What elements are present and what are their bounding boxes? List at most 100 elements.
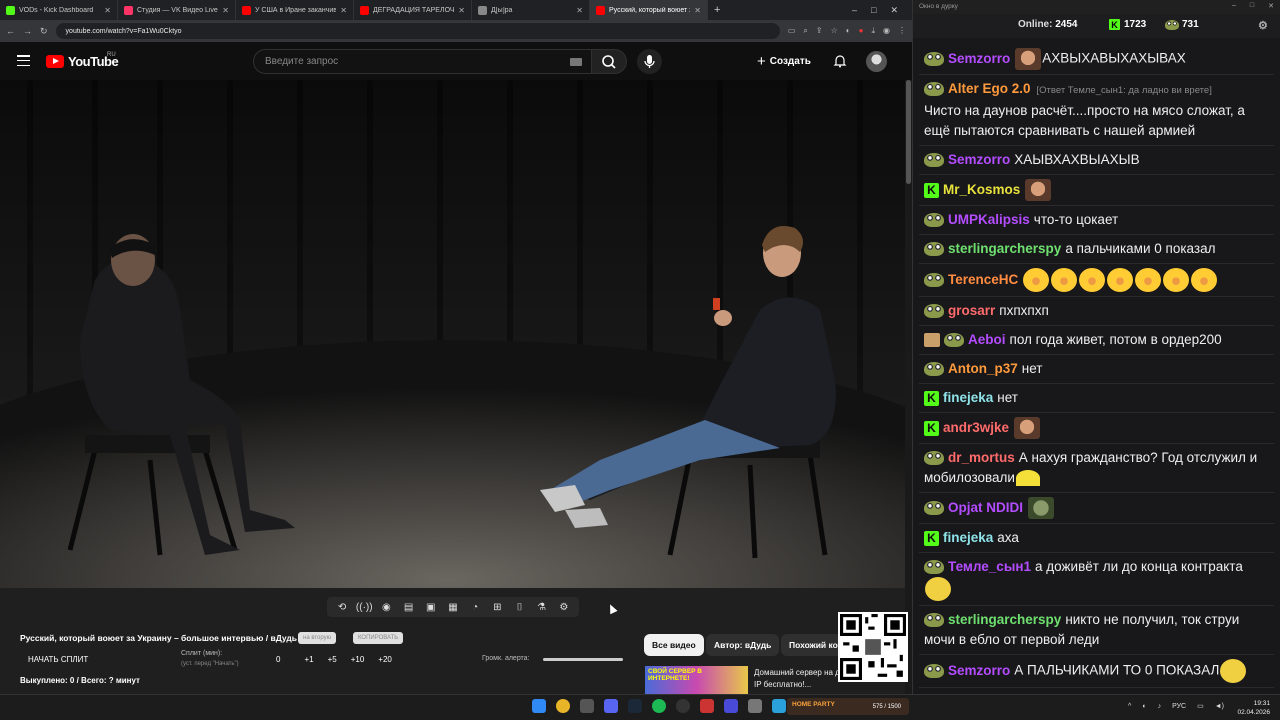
chip-all-videos[interactable]: Все видео	[644, 634, 704, 656]
chat-username[interactable]: sterlingarcherspy	[948, 241, 1061, 256]
watch-icon[interactable]: ◉	[379, 601, 393, 613]
chip-similar[interactable]: Похожий ко	[781, 634, 846, 656]
filmstrip-icon[interactable]: ▦	[446, 601, 460, 613]
chat-username[interactable]: Alter Ego 2.0	[948, 81, 1031, 96]
chat-username[interactable]: Темле_сын1	[948, 559, 1031, 574]
close-icon[interactable]: ✕	[890, 5, 898, 16]
broadcast-icon[interactable]: ((·))	[356, 601, 373, 613]
discord-icon[interactable]	[604, 699, 618, 713]
chat-username[interactable]: Mr_Kosmos	[943, 182, 1020, 197]
profile-icon[interactable]: ◉	[883, 26, 890, 36]
settings-icon[interactable]: ⚙	[557, 601, 571, 613]
back-icon[interactable]: ←	[6, 26, 15, 36]
download-icon[interactable]: ⤓	[871, 26, 875, 36]
split-button-plus10[interactable]: +10	[351, 655, 365, 664]
frame-icon[interactable]: ▣	[424, 601, 438, 613]
add-icon[interactable]: ⊞	[490, 601, 504, 613]
reload-icon[interactable]: ↻	[40, 26, 48, 37]
chat-username[interactable]: Aeboi	[968, 332, 1006, 347]
chat-username[interactable]: andr3wjke	[943, 420, 1009, 435]
chat-minimize-icon[interactable]: –	[1232, 2, 1236, 10]
tray-app-icon[interactable]: ◐	[1142, 703, 1146, 710]
tab-close-icon[interactable]: ✕	[694, 6, 701, 15]
tab-close-icon[interactable]: ✕	[458, 6, 465, 15]
flask-icon[interactable]: ⚗	[535, 601, 549, 613]
stream-status-widget[interactable]: HOME PARTY 575 / 1500	[787, 698, 909, 715]
chat-username[interactable]: Semzorro	[948, 51, 1010, 66]
keyboard-icon[interactable]	[570, 58, 582, 66]
tray-chevron-icon[interactable]: ^	[1128, 703, 1131, 710]
chat-username[interactable]: finejeka	[943, 530, 993, 545]
tab-close-icon[interactable]: ✕	[576, 6, 583, 15]
chat-settings-icon[interactable]: ⚙	[1258, 19, 1268, 32]
browser-tab[interactable]: Русский, который воюет за Украину ✕	[590, 0, 708, 20]
split-button-plus5[interactable]: +5	[328, 655, 337, 664]
notifications-bell-icon[interactable]	[833, 54, 847, 68]
forward-icon[interactable]: →	[23, 26, 32, 36]
chat-close-icon[interactable]: ✕	[1268, 2, 1274, 10]
camera-icon[interactable]: ⌷	[512, 601, 526, 613]
browser-tab[interactable]: У США в Иране заканчиваются ✕	[236, 0, 354, 20]
user-avatar[interactable]	[866, 51, 887, 72]
tab-close-icon[interactable]: ✕	[104, 6, 111, 15]
share-icon[interactable]: ⇪	[816, 26, 823, 36]
chat-username[interactable]: Opjat NDIDI	[948, 500, 1023, 515]
secondary-pill-button[interactable]: на вторую	[298, 632, 337, 644]
chip-author[interactable]: Автор: вДудь	[706, 634, 780, 656]
voice-search-button[interactable]	[637, 49, 662, 74]
chat-username[interactable]: UMPKalipsis	[948, 212, 1030, 227]
loop-icon[interactable]: ⟲	[335, 601, 349, 613]
menu-icon[interactable]: ⋮	[898, 26, 906, 36]
chat-username[interactable]: Semzorro	[948, 152, 1010, 167]
scrollbar-thumb[interactable]	[906, 80, 911, 184]
chat-username[interactable]: Semzorro	[948, 663, 1010, 678]
split-button-plus20[interactable]: +20	[378, 655, 392, 664]
search-button[interactable]	[591, 49, 627, 74]
start-split-button[interactable]: НАЧАТЬ СПЛИТ	[28, 655, 88, 664]
zoom-icon[interactable]: ⌕	[803, 26, 807, 36]
chat-username[interactable]: Anton_p37	[948, 361, 1018, 376]
split-button-0[interactable]: 0	[276, 655, 280, 664]
record-icon[interactable]: ●	[859, 26, 864, 36]
create-button[interactable]: + Создать	[757, 52, 811, 71]
extension-icon[interactable]: ◐	[846, 26, 851, 36]
steam-icon[interactable]	[628, 699, 642, 713]
bookmark-icon[interactable]: ☆	[831, 26, 838, 36]
app-icon[interactable]	[700, 699, 714, 713]
obs-icon[interactable]	[676, 699, 690, 713]
browser-tab[interactable]: VODs - Kick Dashboard ✕	[0, 0, 118, 20]
tab-close-icon[interactable]: ✕	[222, 6, 229, 15]
chat-username[interactable]: finejeka	[943, 390, 993, 405]
chat-reply-reference[interactable]: [Ответ Темле_сын1: да ладно ви врете]	[1037, 85, 1212, 96]
chat-username[interactable]: grosarr	[948, 303, 995, 318]
clock[interactable]: 19:31 02.04.2026	[1237, 699, 1270, 717]
screen-icon[interactable]: ▭	[788, 26, 796, 36]
tab-close-icon[interactable]: ✕	[340, 6, 347, 15]
browser-tab[interactable]: ДЕГРАДАЦИЯ ТАРЕЛОЧНИЦ✕	[354, 0, 472, 20]
tray-app2-icon[interactable]: ♪	[1158, 703, 1162, 710]
start-icon[interactable]	[532, 699, 546, 713]
split-button-plus1[interactable]: +1	[304, 655, 313, 664]
chat-username[interactable]: dr_mortus	[948, 450, 1015, 465]
page-scrollbar[interactable]	[905, 80, 912, 694]
recommendation-thumbnail[interactable]: СВОЙ СЕРВЕР В ИНТЕРНЕТЕ!	[645, 666, 748, 694]
chrome-icon[interactable]	[556, 699, 570, 713]
chat-username[interactable]: sterlingarcherspy	[948, 612, 1061, 627]
language-indicator[interactable]: РУС	[1172, 703, 1186, 710]
network-icon[interactable]: ▭	[1197, 702, 1204, 710]
mail-icon[interactable]	[580, 699, 594, 713]
film-icon[interactable]: ▤	[402, 601, 416, 613]
alert-volume-slider[interactable]	[543, 658, 623, 661]
telegram-icon[interactable]	[772, 699, 786, 713]
minimize-icon[interactable]: –	[852, 5, 857, 15]
chat-username[interactable]: TerenceHC	[948, 272, 1018, 287]
speed-icon[interactable]: ◔	[468, 601, 482, 613]
browser-tab[interactable]: Д[ы]ра ✕	[472, 0, 590, 20]
files-icon[interactable]	[748, 699, 762, 713]
media-icon[interactable]	[724, 699, 738, 713]
copy-button[interactable]: КОПИРОВАТЬ	[353, 632, 404, 644]
spotify-icon[interactable]	[652, 699, 666, 713]
chat-maximize-icon[interactable]: □	[1250, 2, 1254, 10]
browser-tab[interactable]: Студия — VK Видео Live ✕	[118, 0, 236, 20]
url-field[interactable]: youtube.com/watch?v=Fa1Wu0Cktyo	[55, 23, 780, 39]
